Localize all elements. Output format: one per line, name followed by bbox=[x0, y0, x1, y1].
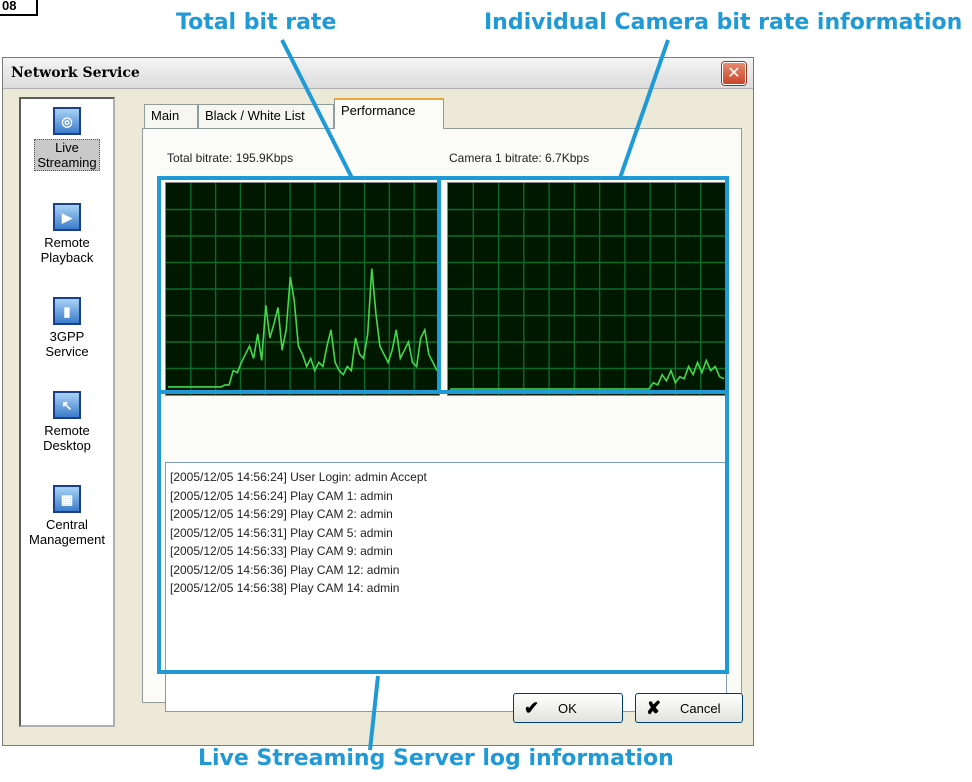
page-tag: 08 bbox=[0, 0, 38, 16]
cancel-button-label: Cancel bbox=[680, 700, 721, 716]
service-sidebar: ◎ Live Streaming ▶ Remote Playback ▮ 3GPP S… bbox=[19, 97, 115, 727]
sidebar-item-remote-playback[interactable]: ▶ Remote Playback bbox=[21, 203, 113, 265]
sidebar-item-3gpp-service[interactable]: ▮ 3GPP Service bbox=[21, 297, 113, 359]
play-icon: ▶ bbox=[53, 203, 81, 231]
ok-button-label: OK bbox=[558, 700, 577, 716]
callout-camera-bit-rate: Individual Camera bit rate information bbox=[484, 10, 963, 35]
total-bitrate-graph bbox=[165, 182, 440, 396]
log-line: [2005/12/05 14:56:31] Play CAM 5: admin bbox=[170, 525, 393, 540]
sidebar-item-label: Remote Playback bbox=[40, 235, 94, 265]
callout-log-info: Live Streaming Server log information bbox=[198, 746, 674, 771]
checkmark-icon: ✔ bbox=[524, 697, 540, 718]
window-title: Network Service bbox=[11, 65, 140, 81]
total-bitrate-label: Total bitrate: 195.9Kbps bbox=[167, 151, 294, 165]
close-icon: ✕ bbox=[727, 63, 741, 82]
x-mark-icon: ✘ bbox=[646, 697, 662, 718]
management-icon: ▦ bbox=[53, 485, 81, 513]
log-line: [2005/12/05 14:56:33] Play CAM 9: admin bbox=[170, 544, 393, 558]
sidebar-item-label: Remote Desktop bbox=[43, 423, 91, 453]
callout-total-bit-rate: Total bit rate bbox=[176, 10, 337, 35]
title-bar: Network Service ✕ bbox=[3, 58, 753, 89]
performance-panel: Total bitrate: 195.9Kbps Camera 1 bitrat… bbox=[142, 128, 742, 712]
camera-bitrate-label: Camera 1 bitrate: 6.7Kbps bbox=[449, 151, 590, 165]
tab-main[interactable]: Main bbox=[144, 104, 198, 128]
monitor-icon: ◎ bbox=[53, 107, 81, 135]
sidebar-item-label: Live Streaming bbox=[34, 139, 100, 171]
graph-canvas bbox=[166, 183, 439, 395]
camera-bitrate-graph bbox=[447, 182, 727, 396]
server-log: [2005/12/05 14:56:24] User Login: admin … bbox=[165, 462, 727, 712]
sidebar-item-label: 3GPP Service bbox=[45, 329, 89, 359]
network-service-window: Network Service ✕ ◎ Live Streaming ▶ Remo… bbox=[2, 57, 754, 746]
bitrate-trace bbox=[450, 358, 725, 390]
ok-button[interactable]: ✔ OK bbox=[513, 693, 623, 723]
phone-icon: ▮ bbox=[53, 297, 81, 325]
log-line: [2005/12/05 14:56:29] Play CAM 2: admin bbox=[170, 507, 393, 521]
remote-desktop-icon: ↖ bbox=[53, 391, 81, 419]
tab-black-white-list[interactable]: Black / White List bbox=[198, 104, 334, 128]
tab-performance[interactable]: Performance bbox=[334, 98, 444, 129]
sidebar-item-label: Central Management bbox=[29, 517, 105, 547]
log-line: [2005/12/05 14:56:36] Play CAM 12: admin bbox=[170, 562, 400, 577]
cancel-button[interactable]: ✘ Cancel bbox=[635, 693, 743, 723]
sidebar-item-central-management[interactable]: ▦ Central Management bbox=[21, 485, 113, 547]
sidebar-item-live-streaming[interactable]: ◎ Live Streaming bbox=[21, 107, 113, 171]
log-line: [2005/12/05 14:56:24] Play CAM 1: admin bbox=[170, 488, 393, 503]
close-button[interactable]: ✕ bbox=[722, 62, 746, 85]
log-line: [2005/12/05 14:56:38] Play CAM 14: admin bbox=[170, 581, 400, 595]
log-line: [2005/12/05 14:56:24] User Login: admin … bbox=[170, 470, 427, 484]
graph-canvas bbox=[448, 183, 726, 395]
sidebar-item-remote-desktop[interactable]: ↖ Remote Desktop bbox=[21, 391, 113, 453]
